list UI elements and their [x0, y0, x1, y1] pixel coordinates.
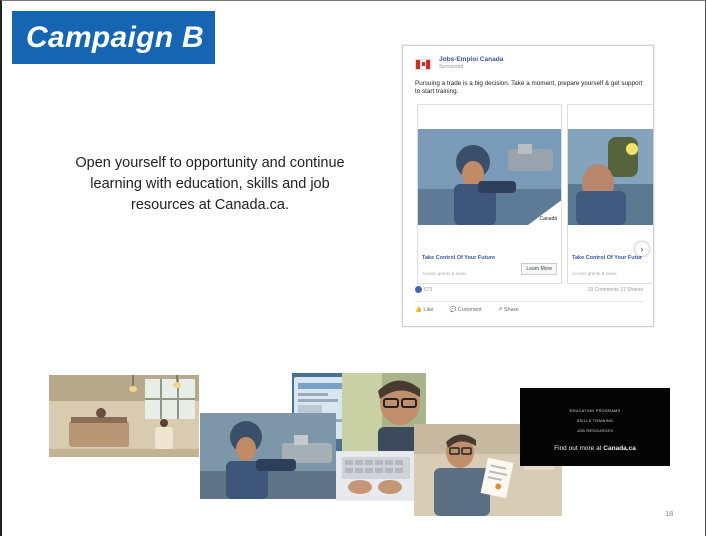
ad-header: Jobs-Emploi Canada Sponsored [415, 56, 503, 70]
comment-button[interactable]: 💬 Comment [449, 307, 481, 313]
frame-man-reading-document [414, 424, 562, 516]
slide-title: Campaign B [12, 11, 215, 64]
canada-wordmark: Canadä [539, 216, 557, 222]
page-number: 18 [665, 509, 674, 518]
carousel-card-subtitle: Access grants & loans [572, 271, 617, 276]
carousel-card-subtitle: Access grants & loans [422, 271, 467, 276]
frame-keyboard-hands [336, 451, 416, 501]
ad-brand-name[interactable]: Jobs-Emploi Canada [439, 56, 503, 63]
end-card-line: EDUCATION PROGRAMS [569, 409, 621, 413]
ad-post-text: Pursuing a trade is a big decision. Take… [415, 80, 643, 95]
body-text: Open yourself to opportunity and continu… [75, 155, 345, 213]
carousel-card-title[interactable]: Take Control Of Your Futur [572, 255, 642, 261]
ad-action-bar: 👍 Like 💬 Comment ↗ Share [415, 301, 643, 313]
ad-carousel: Canadä Take Control Of Your Future Acces… [403, 104, 653, 294]
comments-shares-count[interactable]: 33 Comments 17 Shares [588, 287, 643, 293]
slide: Campaign B Open yourself to opportunity … [0, 0, 706, 536]
learn-more-button[interactable]: Learn More [521, 263, 557, 275]
canada-flag-icon [415, 59, 431, 70]
facebook-ad-mockup: Jobs-Emploi Canada Sponsored Pursuing a … [402, 45, 654, 327]
like-reaction-icon [415, 286, 422, 293]
carousel-next-icon[interactable]: › [635, 242, 649, 256]
carousel-card-title[interactable]: Take Control Of Your Future [422, 255, 495, 261]
reaction-count[interactable]: 673 [424, 287, 432, 293]
carousel-card[interactable]: Canadä Take Control Of Your Future Acces… [417, 104, 562, 284]
carousel-card[interactable]: Take Control Of Your Futur Access grants… [567, 104, 653, 284]
share-button[interactable]: ↗ Share [498, 307, 519, 313]
frame-office-lobby [49, 375, 199, 457]
welder-illustration: Canadä [418, 129, 561, 225]
frame-welder-at-work [200, 413, 336, 499]
welder-illustration [568, 129, 653, 225]
ad-sponsored-label: Sponsored [439, 64, 464, 70]
canada-ca-link[interactable]: Canada.ca [603, 445, 636, 452]
ad-reactions: 673 33 Comments 17 Shares [415, 286, 643, 293]
like-button[interactable]: 👍 Like [415, 307, 433, 313]
